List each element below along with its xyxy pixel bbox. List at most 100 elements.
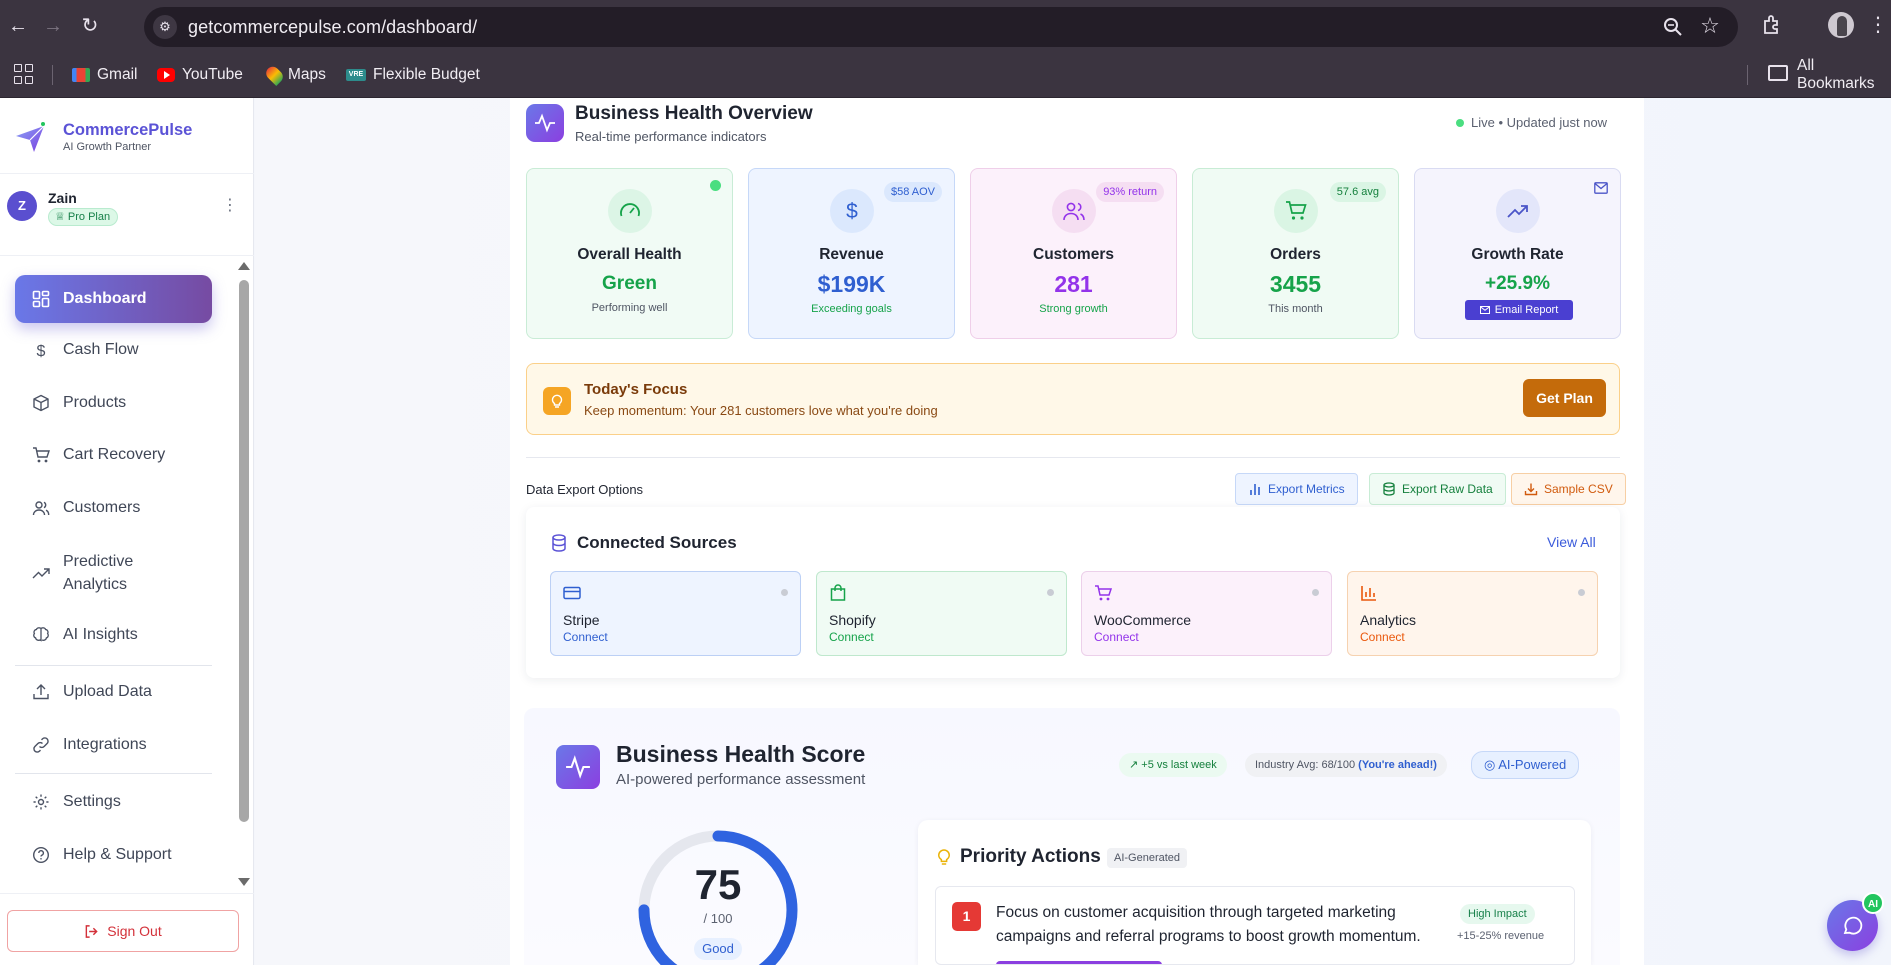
back-icon[interactable]: ← bbox=[6, 14, 30, 38]
live-status: Live • Updated just now bbox=[1456, 115, 1607, 130]
forward-icon[interactable]: → bbox=[41, 14, 65, 38]
chrome-menu-icon[interactable]: ⋮ bbox=[1868, 14, 1888, 36]
bookmark-flexible-budget[interactable]: VRE Flexible Budget bbox=[346, 64, 480, 86]
export-raw-data-button[interactable]: Export Raw Data bbox=[1369, 473, 1506, 505]
get-plan-button[interactable]: Get Plan bbox=[1523, 379, 1606, 417]
status-dot bbox=[1047, 589, 1054, 596]
score-subtitle: AI-powered performance assessment bbox=[616, 771, 866, 788]
vre-icon: VRE bbox=[346, 69, 366, 81]
connect-link[interactable]: Connect bbox=[1094, 630, 1139, 644]
brand-name: CommercePulse bbox=[63, 121, 193, 139]
link-icon bbox=[33, 737, 49, 753]
kpi-card-customers[interactable]: 93% return Customers 281 Strong growth bbox=[970, 168, 1177, 339]
kpi-sub: This month bbox=[1268, 303, 1323, 315]
sign-out-label: Sign Out bbox=[107, 923, 162, 939]
site-info-icon[interactable]: ⚙ bbox=[153, 15, 177, 39]
ai-badge: AI bbox=[1862, 892, 1884, 914]
source-card-shopify[interactable]: Shopify Connect bbox=[816, 571, 1067, 656]
trend-up-icon bbox=[1496, 189, 1540, 233]
sidebar-item-dashboard[interactable]: Dashboard bbox=[15, 275, 212, 323]
todays-focus-banner: Today's Focus Keep momentum: Your 281 cu… bbox=[526, 363, 1620, 435]
bookmark-all-bookmarks[interactable]: All Bookmarks bbox=[1797, 57, 1891, 92]
extensions-icon[interactable] bbox=[1760, 12, 1786, 38]
bookmark-maps[interactable]: Maps bbox=[263, 64, 326, 86]
kpi-card-orders[interactable]: 57.6 avg Orders 3455 This month bbox=[1192, 168, 1399, 339]
sidebar-item-upload-data[interactable]: Upload Data bbox=[15, 668, 212, 716]
apps-grid-icon[interactable] bbox=[14, 64, 34, 84]
divider bbox=[0, 255, 254, 256]
sample-csv-button[interactable]: Sample CSV bbox=[1511, 473, 1626, 505]
sidebar-item-ai-insights[interactable]: AI Insights bbox=[15, 611, 212, 659]
bookmark-gmail[interactable]: Gmail bbox=[72, 64, 137, 86]
priority-action-item[interactable]: 1 Focus on customer acquisition through … bbox=[935, 886, 1575, 965]
gmail-icon bbox=[72, 68, 90, 82]
folder-icon[interactable] bbox=[1768, 65, 1788, 81]
sidebar-item-integrations[interactable]: Integrations bbox=[15, 721, 212, 769]
users-icon bbox=[1052, 189, 1096, 233]
kpi-card-overall-health[interactable]: Overall Health Green Performing well bbox=[526, 168, 733, 339]
mail-icon[interactable] bbox=[1594, 181, 1608, 194]
sidebar-item-customers[interactable]: Customers bbox=[15, 484, 212, 532]
priority-action-button[interactable] bbox=[996, 961, 1162, 964]
source-card-woocommerce[interactable]: WooCommerce Connect bbox=[1081, 571, 1332, 656]
score-value: 75 bbox=[694, 861, 742, 908]
view-all-link[interactable]: View All bbox=[1547, 534, 1596, 550]
upload-icon bbox=[33, 684, 49, 700]
sidebar-item-predictive-analytics[interactable]: Predictive Analytics bbox=[15, 548, 212, 598]
export-metrics-button[interactable]: Export Metrics bbox=[1235, 473, 1358, 505]
dollar-icon: $ bbox=[37, 343, 46, 359]
gauge-icon bbox=[608, 189, 652, 233]
sidebar-item-cart-recovery[interactable]: Cart Recovery bbox=[15, 431, 212, 479]
scroll-down-arrow[interactable] bbox=[238, 878, 250, 886]
source-card-stripe[interactable]: Stripe Connect bbox=[550, 571, 801, 656]
profile-avatar[interactable] bbox=[1828, 12, 1854, 38]
address-bar[interactable]: ⚙ getcommercepulse.com/dashboard/ ☆ bbox=[144, 7, 1738, 47]
kpi-card-growth-rate[interactable]: Growth Rate +25.9% Email Report bbox=[1414, 168, 1621, 339]
scroll-up-arrow[interactable] bbox=[238, 262, 250, 270]
sidebar-scrollbar[interactable] bbox=[239, 280, 249, 822]
kpi-card-revenue[interactable]: $ $58 AOV Revenue $199K Exceeding goals bbox=[748, 168, 955, 339]
source-name: WooCommerce bbox=[1094, 612, 1191, 628]
bookmark-star-icon[interactable]: ☆ bbox=[1698, 13, 1722, 39]
maps-icon bbox=[263, 64, 286, 86]
user-menu-icon[interactable]: ⋮ bbox=[222, 196, 238, 216]
user-name: Zain bbox=[48, 190, 77, 206]
status-dot bbox=[1578, 589, 1585, 596]
sidebar-item-settings[interactable]: Settings bbox=[15, 778, 212, 826]
zoom-icon[interactable] bbox=[1662, 16, 1684, 38]
cart-icon bbox=[1095, 585, 1112, 601]
overview-title: Business Health Overview bbox=[575, 103, 813, 124]
connect-link[interactable]: Connect bbox=[1360, 630, 1405, 644]
connect-link[interactable]: Connect bbox=[829, 630, 874, 644]
connected-sources-title: Connected Sources bbox=[551, 533, 737, 553]
bookmarks-divider bbox=[52, 65, 53, 85]
sign-out-button[interactable]: Sign Out bbox=[7, 910, 239, 952]
kpi-value: 281 bbox=[1054, 271, 1093, 297]
sidebar-item-cash-flow[interactable]: $ Cash Flow bbox=[15, 326, 212, 374]
email-report-button[interactable]: Email Report bbox=[1465, 300, 1573, 320]
nav-label: Help & Support bbox=[63, 846, 172, 863]
connect-link[interactable]: Connect bbox=[563, 630, 608, 644]
kpi-value: Green bbox=[602, 273, 657, 294]
reload-icon[interactable]: ↻ bbox=[78, 14, 102, 38]
export-label: Export Metrics bbox=[1268, 482, 1345, 496]
plan-label: Pro Plan bbox=[67, 211, 111, 223]
sidebar-item-help-support[interactable]: Help & Support bbox=[15, 831, 212, 879]
lightbulb-icon bbox=[543, 387, 571, 415]
avatar[interactable]: Z bbox=[7, 191, 37, 221]
bookmark-youtube[interactable]: YouTube bbox=[157, 64, 243, 86]
brand-tagline: AI Growth Partner bbox=[63, 141, 152, 153]
source-card-analytics[interactable]: Analytics Connect bbox=[1347, 571, 1598, 656]
database-icon bbox=[552, 534, 566, 552]
trend-icon bbox=[32, 568, 50, 579]
impact-badge: High Impact bbox=[1460, 904, 1535, 924]
status-dot bbox=[1312, 589, 1319, 596]
credit-card-icon bbox=[563, 586, 581, 600]
nav-label: Products bbox=[63, 394, 127, 411]
users-icon bbox=[32, 501, 50, 516]
kpi-label: Customers bbox=[1033, 246, 1114, 263]
url-text[interactable]: getcommercepulse.com/dashboard/ bbox=[188, 17, 477, 38]
help-icon bbox=[32, 846, 50, 864]
sidebar-item-products[interactable]: Products bbox=[15, 379, 212, 427]
ai-powered-chip: ◎ AI-Powered bbox=[1471, 751, 1580, 779]
